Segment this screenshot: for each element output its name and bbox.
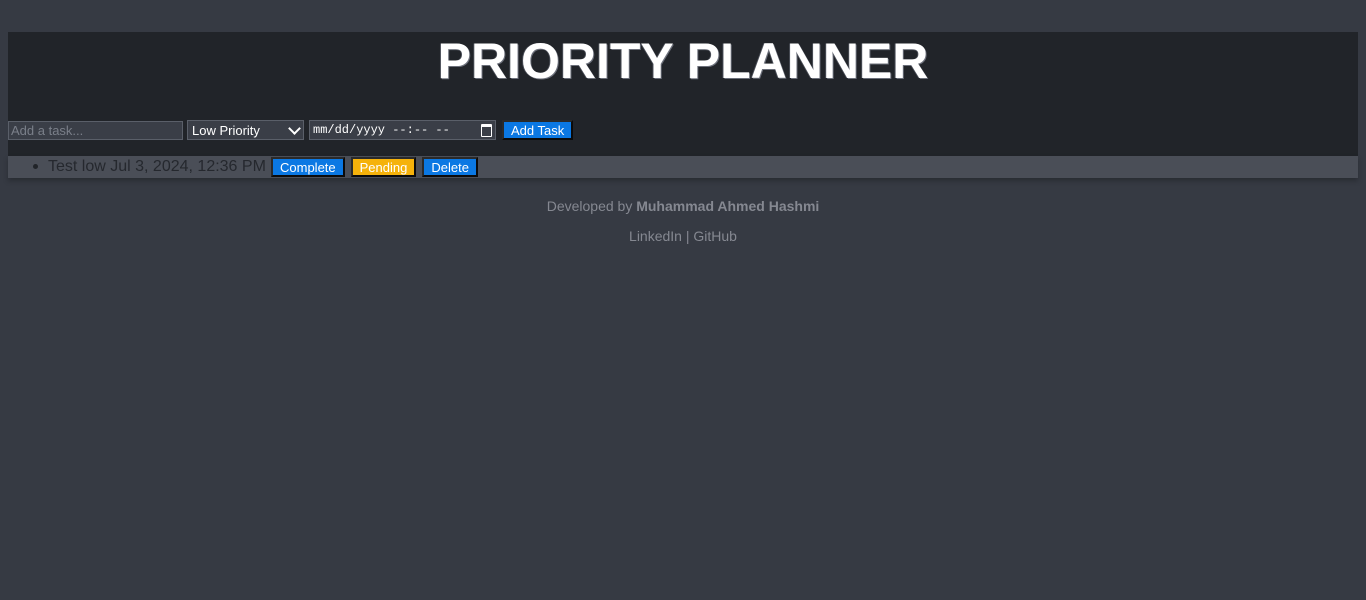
footer: Developed by Muhammad Ahmed Hashmi Linke… <box>0 197 1366 245</box>
link-separator: | <box>681 228 694 244</box>
task-actions: Complete Pending Delete <box>271 157 478 177</box>
priority-select-value: Low Priority <box>192 122 260 138</box>
planner-panel: PRIORITY PLANNER Low Priority mm/dd/yyyy… <box>8 32 1358 156</box>
add-task-form: Low Priority mm/dd/yyyy --:-- -- Add Tas… <box>8 120 574 140</box>
task-text: Test low Jul 3, 2024, 12:36 PM <box>48 158 266 175</box>
page-title: PRIORITY PLANNER <box>437 33 929 89</box>
calendar-icon[interactable] <box>481 123 492 137</box>
developed-by-text: Developed by <box>546 198 637 214</box>
author-name: Muhammad Ahmed Hashmi <box>636 198 820 214</box>
delete-button[interactable]: Delete <box>422 157 478 177</box>
bullet-icon <box>33 164 38 169</box>
priority-select[interactable]: Low Priority <box>187 120 304 140</box>
github-link[interactable]: GitHub <box>693 228 737 244</box>
pending-button[interactable]: Pending <box>350 157 417 177</box>
due-date-placeholder: mm/dd/yyyy --:-- -- <box>313 123 450 137</box>
linkedin-link[interactable]: LinkedIn <box>629 228 682 244</box>
footer-credit: Developed by Muhammad Ahmed Hashmi <box>0 197 1366 215</box>
complete-button[interactable]: Complete <box>271 157 345 177</box>
chevron-down-icon <box>288 121 301 135</box>
task-input[interactable] <box>8 120 183 140</box>
list-item: Test low Jul 3, 2024, 12:36 PM Complete … <box>8 156 1358 178</box>
footer-links: LinkedIn | GitHub <box>0 227 1366 245</box>
add-task-button[interactable]: Add Task <box>502 120 574 140</box>
due-date-input[interactable]: mm/dd/yyyy --:-- -- <box>309 120 496 140</box>
